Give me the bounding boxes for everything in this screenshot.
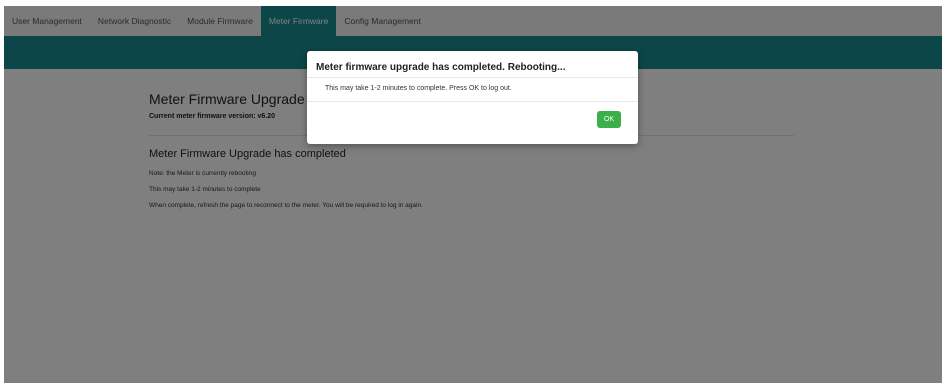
dialog-footer-divider (307, 101, 638, 102)
app-frame: User Management Network Diagnostic Modul… (4, 6, 942, 383)
dialog-message: This may take 1-2 minutes to complete. P… (325, 85, 512, 92)
dialog-title: Meter firmware upgrade has completed. Re… (316, 62, 566, 73)
dialog-header-divider (307, 77, 638, 78)
ok-button[interactable]: OK (597, 111, 621, 128)
reboot-dialog: Meter firmware upgrade has completed. Re… (307, 51, 638, 144)
